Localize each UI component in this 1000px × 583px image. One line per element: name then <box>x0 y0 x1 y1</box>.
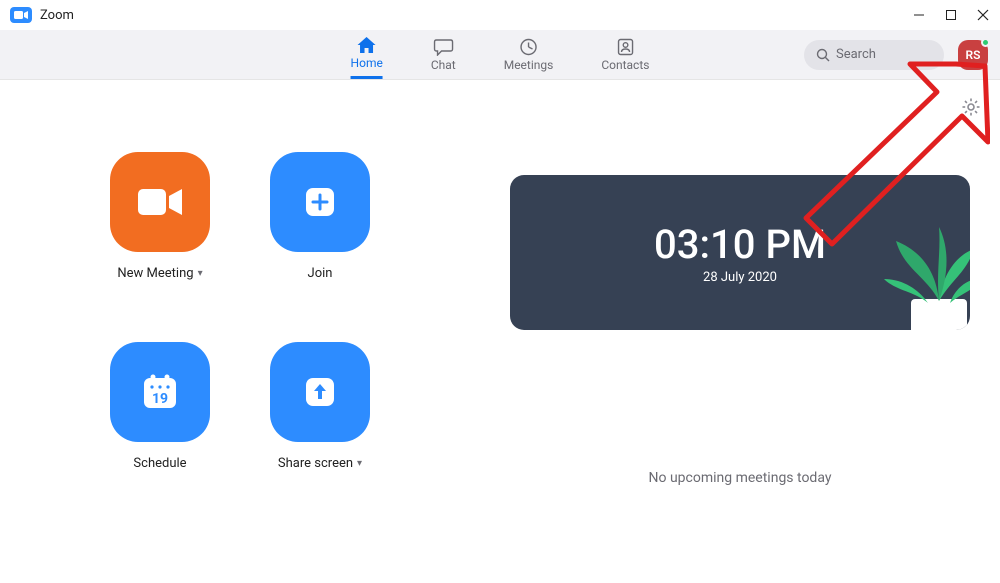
actions-pane: New Meeting ▾ Join 19 Schedule Share scre… <box>0 80 480 583</box>
window-titlebar: Zoom <box>0 0 1000 30</box>
action-label: New Meeting <box>117 266 193 281</box>
chevron-down-icon: ▾ <box>198 268 203 279</box>
avatar-initials: RS <box>966 48 981 62</box>
tab-home[interactable]: Home <box>351 30 383 79</box>
tab-label: Contacts <box>601 58 649 72</box>
search-input[interactable]: Search <box>804 40 944 70</box>
window-minimize-button[interactable] <box>912 8 926 22</box>
window-title: Zoom <box>40 8 74 23</box>
tab-label: Home <box>351 56 383 70</box>
chat-icon <box>433 38 453 56</box>
window-close-button[interactable] <box>976 8 990 22</box>
zoom-logo-icon <box>10 7 32 23</box>
join-button[interactable]: Join <box>250 152 390 322</box>
tab-chat[interactable]: Chat <box>431 30 456 79</box>
settings-button[interactable] <box>962 98 980 120</box>
schedule-button[interactable]: 19 Schedule <box>90 342 230 512</box>
share-up-icon <box>300 372 340 412</box>
upcoming-status: No upcoming meetings today <box>649 470 832 486</box>
gear-icon <box>962 98 980 116</box>
action-label: Schedule <box>133 456 186 471</box>
top-navbar: Home Chat Meetings Contacts Search RS <box>0 30 1000 80</box>
tab-contacts[interactable]: Contacts <box>601 30 649 79</box>
search-placeholder: Search <box>836 47 876 62</box>
tab-label: Meetings <box>504 58 554 72</box>
new-meeting-button[interactable]: New Meeting ▾ <box>90 152 230 322</box>
tab-label: Chat <box>431 58 456 72</box>
svg-text:19: 19 <box>152 391 168 407</box>
plus-icon <box>300 182 340 222</box>
share-screen-button[interactable]: Share screen ▾ <box>250 342 390 512</box>
tab-meetings[interactable]: Meetings <box>504 30 554 79</box>
window-maximize-button[interactable] <box>944 8 958 22</box>
calendar-icon: 19 <box>138 370 182 414</box>
action-label: Share screen <box>278 456 353 471</box>
search-icon <box>816 48 830 62</box>
clock-icon <box>519 38 539 56</box>
info-pane: 03:10 PM 28 July 2020 No upcoming meetin… <box>480 80 1000 583</box>
plant-illustration-icon <box>826 221 970 330</box>
home-icon <box>357 36 377 54</box>
clock-time: 03:10 PM <box>654 221 826 268</box>
profile-avatar[interactable]: RS <box>958 40 988 70</box>
chevron-down-icon: ▾ <box>357 458 362 469</box>
action-label: Join <box>308 266 333 281</box>
presence-dot-icon <box>981 38 990 47</box>
clock-card: 03:10 PM 28 July 2020 <box>510 175 970 330</box>
contacts-icon <box>615 38 635 56</box>
video-icon <box>136 185 184 219</box>
clock-date: 28 July 2020 <box>703 270 777 285</box>
